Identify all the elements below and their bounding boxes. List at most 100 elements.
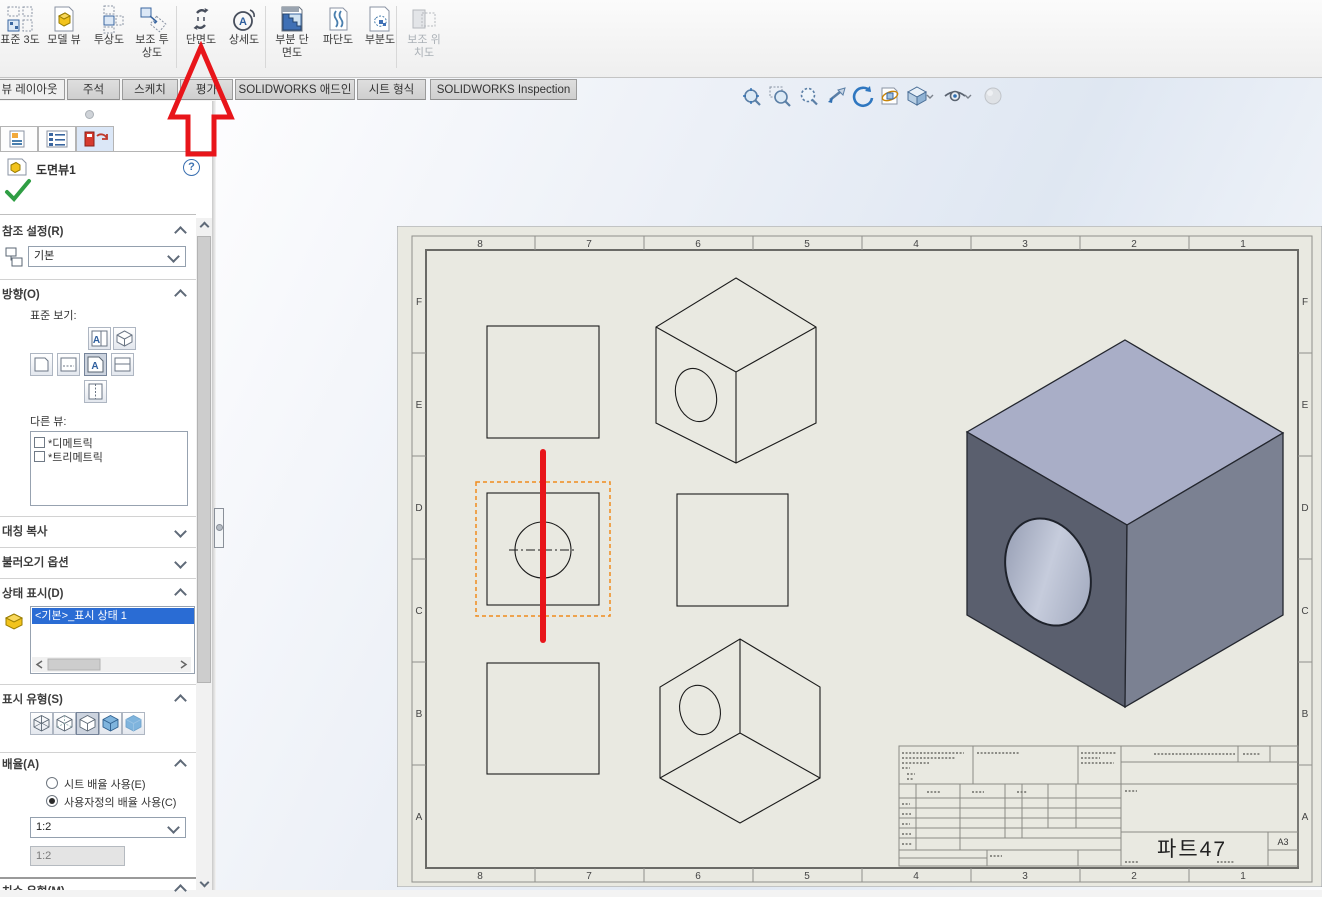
zoom-in-out-icon[interactable] — [796, 84, 820, 108]
style-hidden-lines-visible-button[interactable] — [53, 712, 76, 735]
section-import-options[interactable]: 불러오기 옵션 — [2, 554, 69, 570]
view-left-button[interactable] — [30, 353, 53, 376]
separator — [0, 752, 196, 753]
list-item-trimetric[interactable]: *트리메트릭 — [48, 449, 103, 465]
section-dimension-type[interactable]: 치수 유형(M) — [2, 883, 182, 890]
detail-view-icon: A — [233, 9, 255, 31]
scale-dropdown[interactable]: 1:2 — [30, 817, 186, 838]
separator — [0, 578, 196, 579]
separator — [0, 684, 196, 685]
display-state-selected-item[interactable]: <기본>_표시 상태 1 — [32, 608, 194, 624]
separator — [0, 279, 196, 280]
rotate-view-icon[interactable] — [851, 84, 875, 108]
separator — [0, 547, 196, 548]
ribbon-detail-view-button[interactable]: A 상세도 — [222, 4, 266, 47]
hide-show-dropdown-arrow[interactable] — [963, 84, 973, 108]
ribbon-broken-out-section-button[interactable]: 부분 단 면도 — [268, 4, 316, 60]
ribbon-label: 보조 위 치도 — [407, 34, 441, 59]
broken-out-section-icon — [281, 6, 303, 32]
model-view-icon — [54, 6, 74, 32]
separator — [0, 516, 196, 517]
ribbon-label: 파단도 — [322, 34, 354, 46]
panel-splitter-handle[interactable] — [214, 508, 224, 548]
tab-sketch[interactable]: 스케치 — [122, 79, 178, 100]
view-top-button[interactable] — [57, 353, 80, 376]
pm-tab-configurations[interactable] — [76, 126, 114, 152]
style-shaded-with-edges-button[interactable] — [99, 712, 122, 735]
view-front-button-selected[interactable]: A — [84, 353, 107, 376]
ribbon-break-view-button[interactable]: 파단도 — [316, 4, 360, 47]
tab-annotation[interactable]: 주석 — [67, 79, 120, 100]
ribbon-auxiliary-view-button[interactable]: 보조 투 상도 — [128, 4, 176, 60]
crop-view-icon — [369, 6, 390, 32]
svg-text:A: A — [416, 812, 423, 823]
svg-text:B: B — [1302, 709, 1309, 720]
section-reference-config[interactable]: 참조 설정(R) — [2, 223, 63, 239]
other-views-listbox[interactable]: *디메트릭 *트리메트릭 — [30, 431, 188, 506]
scroll-down-button[interactable] — [196, 874, 212, 890]
ribbon-section-view-button[interactable]: 단면도 — [179, 4, 223, 47]
view-right-button[interactable] — [84, 380, 107, 403]
svg-text:8: 8 — [477, 871, 483, 882]
scrollbar-thumb — [47, 658, 101, 671]
svg-text:7: 7 — [586, 239, 592, 250]
view-bottom-button[interactable] — [111, 353, 134, 376]
section-scale[interactable]: 배율(A) — [2, 756, 39, 772]
splitter-grip-dot — [215, 524, 223, 531]
radio-sheet-scale-label[interactable]: 시트 배율 사용(E) — [64, 776, 146, 792]
break-view-icon — [329, 7, 348, 31]
ribbon-model-view-button[interactable]: 모델 뷰 — [41, 4, 87, 47]
pm-tab-feature-tree[interactable] — [0, 126, 38, 152]
drawing-view-icon — [7, 158, 27, 176]
alternate-position-icon — [412, 9, 436, 29]
style-wireframe-button[interactable] — [30, 712, 53, 735]
ribbon-label: 단면도 — [185, 34, 217, 46]
previous-view-icon[interactable] — [824, 84, 848, 108]
view-isometric-button[interactable] — [113, 327, 136, 350]
panel-splitter-dot[interactable] — [85, 110, 94, 119]
svg-text:F: F — [1302, 297, 1308, 308]
tab-solidworks-addins[interactable]: SOLIDWORKS 애드인 — [235, 79, 355, 100]
style-shaded-button[interactable] — [122, 712, 145, 735]
checkbox-dimetric[interactable] — [34, 437, 45, 448]
radio-custom-scale[interactable] — [46, 795, 58, 807]
ribbon-label: 투상도 — [93, 34, 125, 46]
3d-drawing-view-icon[interactable] — [878, 84, 902, 108]
pm-scrollbar-thumb[interactable] — [197, 236, 211, 683]
section-mirror[interactable]: 대칭 복사 — [2, 523, 48, 539]
scale-value-input[interactable]: 1:2 — [30, 846, 125, 866]
section-display-style[interactable]: 표시 유형(S) — [2, 691, 63, 707]
svg-text:7: 7 — [586, 871, 592, 882]
ribbon-projected-view-button[interactable]: 투상도 — [87, 4, 131, 47]
style-hidden-lines-removed-button[interactable] — [76, 712, 99, 735]
ok-check-icon[interactable] — [4, 178, 32, 204]
view-front-back-button[interactable]: A — [88, 327, 111, 350]
tab-evaluate[interactable]: 평가 — [180, 79, 233, 100]
panel-divider — [212, 101, 216, 890]
pm-tabs-underline — [0, 151, 212, 152]
checkbox-trimetric[interactable] — [34, 451, 45, 462]
section-orientation[interactable]: 방향(O) — [2, 286, 40, 302]
radio-sheet-scale[interactable] — [46, 777, 58, 789]
tab-view-layout[interactable]: 뷰 레이아웃 — [0, 79, 65, 100]
zoom-to-area-icon[interactable] — [768, 84, 792, 108]
tab-solidworks-inspection[interactable]: SOLIDWORKS Inspection — [430, 79, 577, 100]
pm-tab-property-manager[interactable] — [38, 126, 76, 152]
section-display-state[interactable]: 상태 표시(D) — [2, 585, 63, 601]
radio-custom-scale-label[interactable]: 사용자정의 배율 사용(C) — [64, 794, 176, 810]
display-state-listbox[interactable]: <기본>_표시 상태 1 — [30, 606, 195, 674]
ribbon-standard-3-view-button[interactable]: 표준 3도 — [0, 4, 44, 47]
scroll-up-button[interactable] — [196, 218, 212, 234]
help-icon[interactable]: ? — [183, 159, 200, 176]
tab-sheet-format[interactable]: 시트 형식 — [357, 79, 426, 100]
svg-text:8: 8 — [477, 239, 483, 250]
standard-views-label: 표준 보기: — [30, 310, 77, 322]
config-dropdown[interactable]: 기본 — [28, 246, 186, 267]
chevron-down-icon — [167, 821, 180, 834]
horizontal-scrollbar[interactable] — [32, 657, 191, 672]
svg-text:6: 6 — [695, 239, 701, 250]
chevron-down-icon — [167, 250, 180, 263]
zoom-to-fit-icon[interactable] — [740, 84, 764, 108]
view-orientation-dropdown-arrow[interactable] — [925, 84, 935, 108]
ribbon-separator — [176, 6, 177, 68]
